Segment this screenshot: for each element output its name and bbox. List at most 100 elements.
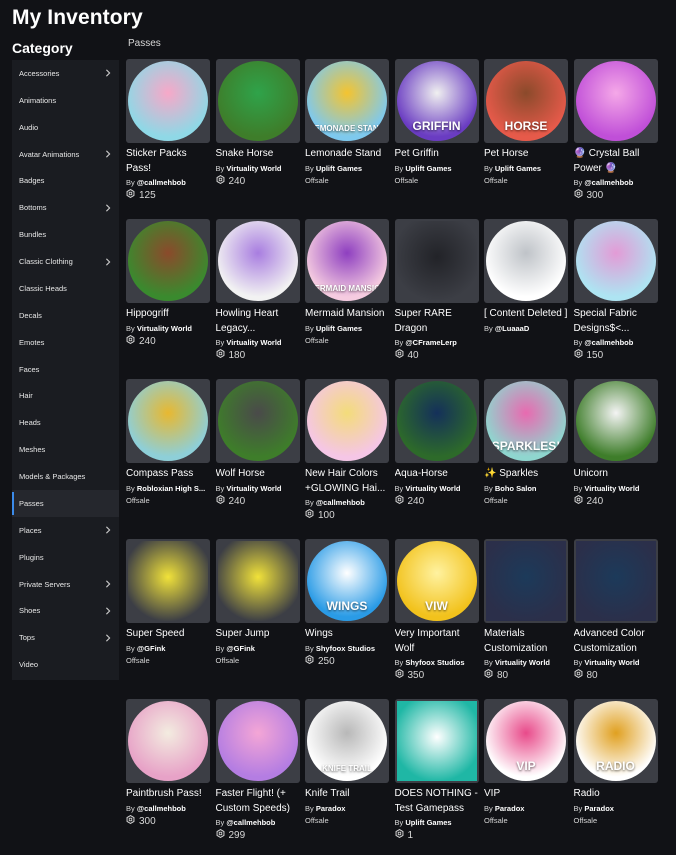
item-card[interactable]: DOES NOTHING - Test Gamepass By Uplift Ga… <box>394 699 479 842</box>
materials-horse-thumbnail[interactable] <box>484 539 568 623</box>
creator-link[interactable]: @callmehbob <box>226 818 275 827</box>
gear-thumbnail[interactable] <box>394 699 479 783</box>
item-card[interactable]: VIP VIP By Paradox Offsale <box>484 699 568 826</box>
creator-link[interactable]: Virtuality World <box>584 658 639 667</box>
sidebar-item-meshes[interactable]: Meshes <box>12 436 119 463</box>
creator-link[interactable]: Uplift Games <box>316 164 362 173</box>
creator-link[interactable]: @GFink <box>137 644 166 653</box>
creator-link[interactable]: Virtuality World <box>226 338 281 347</box>
item-name[interactable]: VIP <box>484 787 568 802</box>
item-card[interactable]: SPARKLES! ✨ Sparkles By Boho Salon Offsale <box>484 379 568 506</box>
fairy-thumbnail[interactable] <box>215 699 300 783</box>
item-name[interactable]: ✨ Sparkles <box>484 467 568 482</box>
creator-link[interactable]: Virtuality World <box>584 484 639 493</box>
sidebar-item-bundles[interactable]: Bundles <box>12 221 119 248</box>
sidebar-item-shoes[interactable]: Shoes <box>12 598 119 625</box>
super-jump-thumbnail[interactable] <box>215 539 300 623</box>
item-name[interactable]: Super Jump <box>216 627 300 642</box>
item-card[interactable]: HORSE Pet Horse By Uplift Games Offsale <box>484 59 568 186</box>
item-card[interactable]: RADIO Radio By Paradox Offsale <box>573 699 658 826</box>
sticker-pack-thumbnail[interactable] <box>126 59 210 143</box>
creator-link[interactable]: @callmehbob <box>584 338 633 347</box>
compass-thumbnail[interactable] <box>126 379 210 463</box>
item-card[interactable]: Super Speed By @GFink Offsale <box>126 539 210 666</box>
item-card[interactable]: Super RARE Dragon By @CFrameLerp 40 <box>394 219 479 362</box>
sparkles-thumbnail[interactable]: SPARKLES! <box>484 379 568 463</box>
sidebar-item-bottoms[interactable]: Bottoms <box>12 194 119 221</box>
sidebar-item-models-packages[interactable]: Models & Packages <box>12 463 119 490</box>
sidebar-item-emotes[interactable]: Emotes <box>12 329 119 356</box>
sidebar-item-faces[interactable]: Faces <box>12 356 119 383</box>
sidebar-item-accessories[interactable]: Accessories <box>12 60 119 87</box>
item-name[interactable]: Aqua-Horse <box>395 467 479 482</box>
item-name[interactable]: [ Content Deleted ] <box>484 307 568 322</box>
hippogriff-thumbnail[interactable] <box>126 219 210 303</box>
sidebar-item-classic-clothing[interactable]: Classic Clothing <box>12 248 119 275</box>
item-card[interactable]: GRIFFIN Pet Griffin By Uplift Games Offsale <box>394 59 479 186</box>
creator-link[interactable]: Paradox <box>495 804 525 813</box>
item-name[interactable]: Unicorn <box>574 467 658 482</box>
sidebar-item-tops[interactable]: Tops <box>12 624 119 651</box>
super-speed-thumbnail[interactable] <box>126 539 210 623</box>
item-name[interactable]: Snake Horse <box>216 147 300 162</box>
creator-link[interactable]: @LuaaaD <box>495 324 529 333</box>
item-card[interactable]: VIW Very Important Wolf By Shyfoox Studios… <box>394 539 479 682</box>
item-name[interactable]: Very Important Wolf <box>395 627 479 656</box>
creator-link[interactable]: @GFink <box>226 644 255 653</box>
item-name[interactable]: New Hair Colors +GLOWING Hai... <box>305 467 389 496</box>
item-name[interactable]: Special Fabric Designs$<... <box>574 307 658 336</box>
wolf-horse-thumbnail[interactable] <box>215 379 300 463</box>
creator-link[interactable]: Virtuality World <box>226 164 281 173</box>
item-name[interactable]: Materials Customization <box>484 627 568 656</box>
creator-link[interactable]: Uplift Games <box>405 818 451 827</box>
creator-link[interactable]: Boho Salon <box>495 484 537 493</box>
unicorn-thumbnail[interactable] <box>573 379 658 463</box>
sidebar-item-avatar-animations[interactable]: Avatar Animations <box>12 141 119 168</box>
item-card[interactable]: MERMAID MANSION Mermaid Mansion By Uplift … <box>305 219 389 346</box>
mermaid-mansion-thumbnail[interactable]: MERMAID MANSION <box>305 219 389 303</box>
item-name[interactable]: 🔮 Crystal Ball Power 🔮 <box>574 147 658 176</box>
hair-colors-thumbnail[interactable] <box>305 379 389 463</box>
item-card[interactable]: Advanced Color Customization By Virtualit… <box>573 539 658 682</box>
item-name[interactable]: Wolf Horse <box>216 467 300 482</box>
item-card[interactable]: WINGS Wings By Shyfoox Studios 250 <box>305 539 389 668</box>
item-card[interactable]: Wolf Horse By Virtuality World 240 <box>215 379 300 508</box>
creator-link[interactable]: Virtuality World <box>495 658 550 667</box>
item-name[interactable]: Howling Heart Legacy... <box>216 307 300 336</box>
paintbrush-thumbnail[interactable] <box>126 699 210 783</box>
item-name[interactable]: Super Speed <box>126 627 210 642</box>
item-card[interactable]: KNIFE TRAIL Knife Trail By Paradox Offsale <box>305 699 389 826</box>
sidebar-item-decals[interactable]: Decals <box>12 302 119 329</box>
creator-link[interactable]: Virtuality World <box>405 484 460 493</box>
lemonade-stand-thumbnail[interactable]: LEMONADE STAND <box>305 59 389 143</box>
sidebar-item-places[interactable]: Places <box>12 517 119 544</box>
sidebar-item-classic-heads[interactable]: Classic Heads <box>12 275 119 302</box>
item-card[interactable]: LEMONADE STAND Lemonade Stand By Uplift Ga… <box>305 59 389 186</box>
item-name[interactable]: Lemonade Stand <box>305 147 389 162</box>
horse-thumbnail[interactable]: HORSE <box>484 59 568 143</box>
creator-link[interactable]: @callmehbob <box>137 178 186 187</box>
creator-link[interactable]: @callmehbob <box>584 178 633 187</box>
item-card[interactable]: Sticker Packs Pass! By @callmehbob 125 <box>126 59 210 202</box>
aqua-horse-thumbnail[interactable] <box>394 379 479 463</box>
sidebar-item-video[interactable]: Video <box>12 651 119 678</box>
creator-link[interactable]: Paradox <box>316 804 346 813</box>
sidebar-item-hair[interactable]: Hair <box>12 383 119 410</box>
snake-horse-thumbnail[interactable] <box>215 59 300 143</box>
item-name[interactable]: Super RARE Dragon <box>395 307 479 336</box>
creator-link[interactable]: Shyfoox Studios <box>405 658 464 667</box>
sidebar-item-audio[interactable]: Audio <box>12 114 119 141</box>
howling-wolf-thumbnail[interactable] <box>215 219 300 303</box>
knife-trail-thumbnail[interactable]: KNIFE TRAIL <box>305 699 389 783</box>
creator-link[interactable]: @callmehbob <box>316 498 365 507</box>
radio-thumbnail[interactable]: RADIO <box>573 699 658 783</box>
item-name[interactable]: Hippogriff <box>126 307 210 322</box>
item-name[interactable]: Radio <box>574 787 658 802</box>
item-name[interactable]: Sticker Packs Pass! <box>126 147 210 176</box>
creator-link[interactable]: Uplift Games <box>316 324 362 333</box>
item-name[interactable]: Pet Horse <box>484 147 568 162</box>
creator-link[interactable]: @CFrameLerp <box>405 338 457 347</box>
sidebar-item-private-servers[interactable]: Private Servers <box>12 571 119 598</box>
item-card[interactable]: Howling Heart Legacy... By Virtuality Wor… <box>215 219 300 362</box>
item-card[interactable]: Materials Customization By Virtuality Wor… <box>484 539 568 682</box>
